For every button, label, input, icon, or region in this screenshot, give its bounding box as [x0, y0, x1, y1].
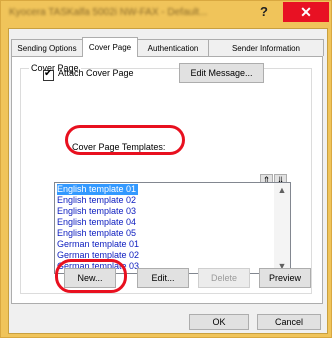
cover-page-templates-label: Cover Page Templates: — [72, 142, 166, 152]
preview-button[interactable]: Preview — [259, 268, 311, 288]
list-item[interactable]: German template 02 — [57, 250, 141, 261]
list-item[interactable]: English template 01 — [57, 184, 139, 195]
cancel-button[interactable]: Cancel — [257, 314, 321, 330]
check-mark-icon: ✔ — [44, 68, 53, 79]
delete-button[interactable]: Delete — [198, 268, 250, 288]
dialog-client: Sending Options Cover Page Authenticatio… — [8, 28, 328, 334]
new-button[interactable]: New... — [64, 268, 116, 288]
listbox-scrollbar[interactable]: ▲ ▼ — [274, 183, 290, 273]
tab-sending-options[interactable]: Sending Options — [11, 39, 83, 56]
tab-authentication[interactable]: Authentication — [137, 39, 209, 56]
templates-listbox[interactable]: English template 01 English template 02 … — [54, 182, 291, 274]
dialog-window: Kyocera TASKalfa 5002i NW-FAX - Default.… — [0, 0, 332, 338]
list-item[interactable]: English template 04 — [57, 217, 138, 228]
list-item[interactable]: English template 05 — [57, 228, 138, 239]
edit-button[interactable]: Edit... — [137, 268, 189, 288]
close-button[interactable]: ✕ — [283, 2, 329, 22]
list-item[interactable]: English template 02 — [57, 195, 138, 206]
list-item[interactable]: English template 03 — [57, 206, 138, 217]
ok-button[interactable]: OK — [189, 314, 249, 330]
tab-sender-information[interactable]: Sender Information — [208, 39, 324, 56]
help-button[interactable]: ? — [253, 3, 275, 21]
attach-cover-page-checkbox[interactable]: ✔ — [43, 68, 54, 81]
scroll-up-icon[interactable]: ▲ — [274, 183, 290, 197]
title-bar[interactable]: Kyocera TASKalfa 5002i NW-FAX - Default.… — [1, 1, 331, 25]
tab-strip: Sending Options Cover Page Authenticatio… — [11, 37, 325, 57]
edit-message-button[interactable]: Edit Message... — [179, 63, 264, 83]
attach-cover-page-label[interactable]: Attach Cover Page — [58, 68, 134, 78]
window-title: Kyocera TASKalfa 5002i NW-FAX - Default.… — [9, 7, 208, 18]
list-item[interactable]: German template 01 — [57, 239, 141, 250]
tab-cover-page[interactable]: Cover Page — [82, 37, 138, 57]
